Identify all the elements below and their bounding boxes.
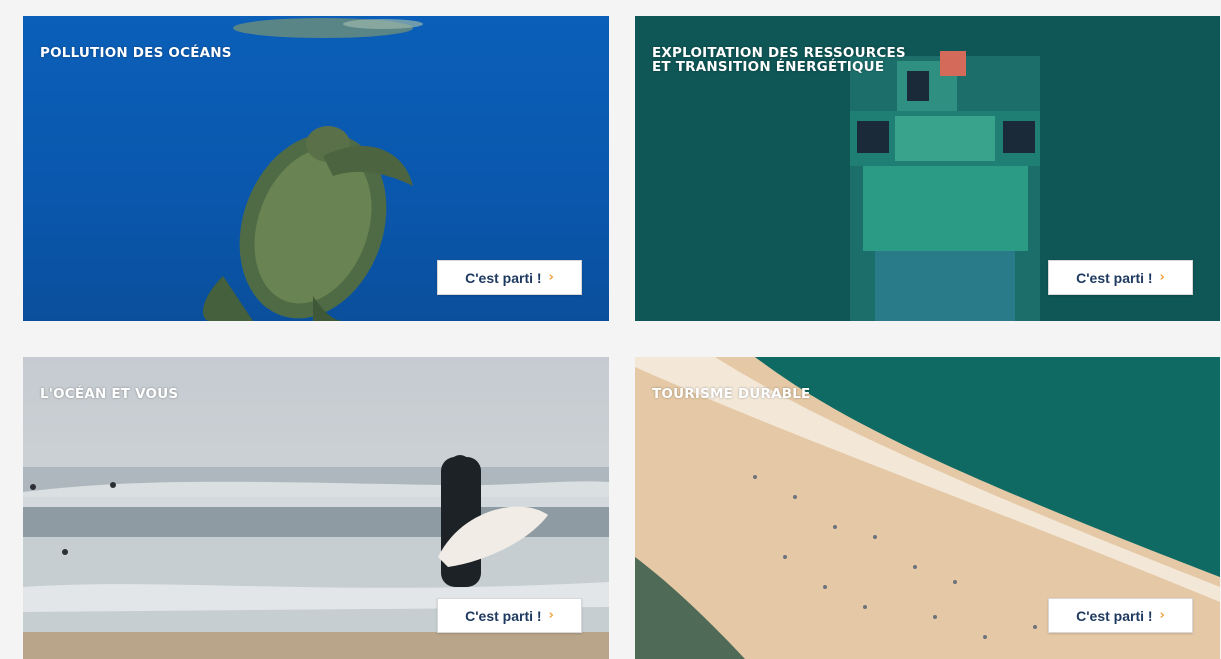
topic-card-ocean-pollution[interactable]: POLLUTION DES OCÉANS C'est parti ! › (23, 16, 609, 321)
lets-go-button[interactable]: C'est parti ! › (1048, 598, 1193, 633)
card-title: EXPLOITATION DES RESSOURCES ET TRANSITIO… (652, 45, 906, 75)
card-title: POLLUTION DES OCÉANS (40, 45, 232, 61)
card-title: TOURISME DURABLE (652, 386, 811, 402)
button-label: C'est parti ! (1076, 607, 1153, 624)
chevron-right-icon: › (548, 270, 554, 285)
chevron-right-icon: › (548, 608, 554, 623)
button-label: C'est parti ! (1076, 269, 1153, 286)
button-label: C'est parti ! (465, 607, 542, 624)
lets-go-button[interactable]: C'est parti ! › (437, 598, 582, 633)
chevron-right-icon: › (1159, 270, 1165, 285)
chevron-right-icon: › (1159, 608, 1165, 623)
lets-go-button[interactable]: C'est parti ! › (437, 260, 582, 295)
topic-card-sustainable-tourism[interactable]: TOURISME DURABLE C'est parti ! › (635, 357, 1220, 659)
topic-card-ocean-and-you[interactable]: L'OCÉAN ET VOUS C'est parti ! › (23, 357, 609, 659)
card-title: L'OCÉAN ET VOUS (40, 386, 179, 402)
lets-go-button[interactable]: C'est parti ! › (1048, 260, 1193, 295)
topic-card-resource-exploitation[interactable]: EXPLOITATION DES RESSOURCES ET TRANSITIO… (635, 16, 1220, 321)
button-label: C'est parti ! (465, 269, 542, 286)
